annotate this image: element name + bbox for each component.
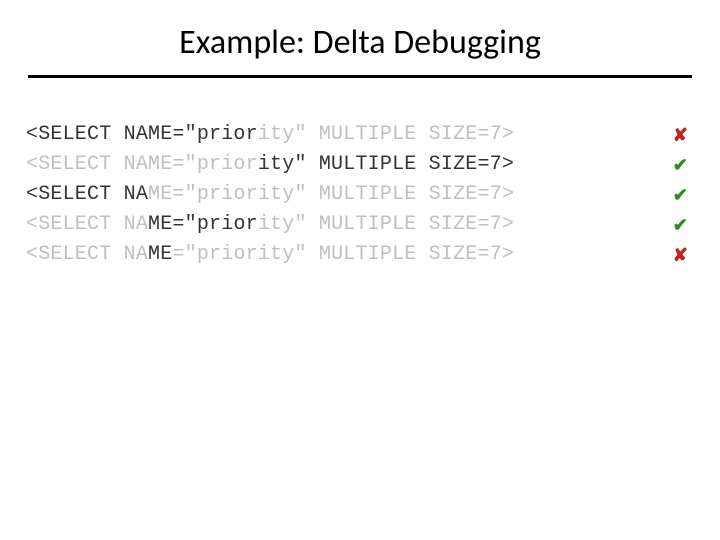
code-segment: ME — [148, 240, 172, 270]
title-rule — [28, 75, 692, 78]
code-segment-faded: ity" MULTIPLE SIZE=7> — [258, 210, 514, 240]
result-cell: ✔ — [514, 180, 694, 210]
code-segment: ME="prior — [148, 210, 258, 240]
cross-icon: ✘ — [673, 240, 688, 270]
code-row: <SELECT NAME="priority" MULTIPLE SIZE=7>… — [26, 120, 694, 150]
code-row: <SELECT NAME="priority" MULTIPLE SIZE=7>… — [26, 180, 694, 210]
code-segment: <SELECT NA — [26, 180, 148, 210]
code-segment-faded: <SELECT NA — [26, 240, 148, 270]
result-cell: ✔ — [514, 210, 694, 240]
check-icon: ✔ — [673, 180, 688, 210]
code-row: <SELECT NAME="priority" MULTIPLE SIZE=7>… — [26, 150, 694, 180]
code-row: <SELECT NAME="priority" MULTIPLE SIZE=7>… — [26, 240, 694, 270]
code-segment-faded: <SELECT NA — [26, 210, 148, 240]
result-cell: ✘ — [514, 120, 694, 150]
slide-title: Example: Delta Debugging — [0, 0, 720, 71]
code-row: <SELECT NAME="priority" MULTIPLE SIZE=7>… — [26, 210, 694, 240]
slide: Example: Delta Debugging <SELECT NAME="p… — [0, 0, 720, 540]
cross-icon: ✘ — [673, 120, 688, 150]
code-block: <SELECT NAME="priority" MULTIPLE SIZE=7>… — [26, 120, 694, 270]
code-segment-faded: ="priority" MULTIPLE SIZE=7> — [172, 240, 514, 270]
check-icon: ✔ — [673, 210, 688, 240]
code-segment: <SELECT NAME="prior — [26, 120, 258, 150]
code-segment-faded: ity" MULTIPLE SIZE=7> — [258, 180, 514, 210]
code-segment-faded: ity" MULTIPLE SIZE=7> — [258, 120, 514, 150]
result-cell: ✔ — [514, 150, 694, 180]
code-segment-faded: ME="prior — [148, 180, 258, 210]
code-segment: ity" MULTIPLE SIZE=7> — [258, 150, 514, 180]
check-icon: ✔ — [673, 150, 688, 180]
result-cell: ✘ — [514, 240, 694, 270]
code-segment-faded: <SELECT NAME="prior — [26, 150, 258, 180]
